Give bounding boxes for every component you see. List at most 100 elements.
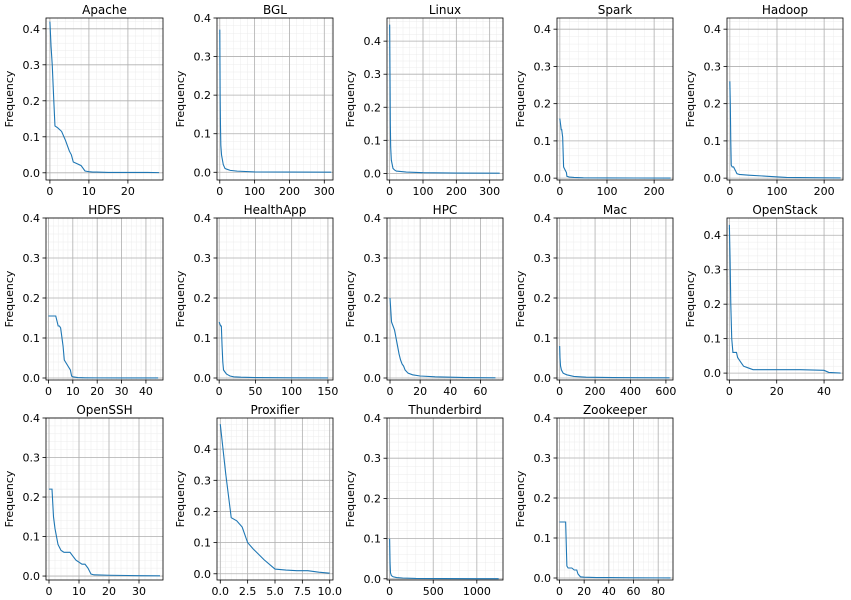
y-tick-label: 0.0 [364,167,382,180]
axes-frame [216,17,334,181]
y-tick-label: 0.4 [194,212,212,225]
x-tick-label: 60 [473,385,487,398]
x-tick-label: 200 [814,185,835,198]
y-tick-label: 0.1 [23,531,41,544]
x-tick-label: 20 [577,585,591,598]
y-tick-label: 0.1 [194,128,212,141]
y-tick-label: 0.4 [23,23,41,36]
x-tick-label: 10 [82,185,96,198]
y-tick-label: 0.1 [704,135,722,148]
axes-frame [386,17,504,181]
x-tick-label: 20 [90,385,104,398]
y-tick-label: 0.0 [23,570,41,583]
x-tick-label: 5.0 [266,585,284,598]
x-tick-label: 10 [72,585,86,598]
y-tick-label: 0.2 [194,505,212,518]
x-tick-label: 50 [248,385,262,398]
axes-frame [386,217,504,381]
subplot-mac: 0 200 400 600 0.0 0.1 0.2 0.3 0.4 Mac Frequency [514,203,676,398]
y-tick-label: 0.0 [534,572,552,585]
x-tick-label: 200 [279,185,300,198]
figure: 0 10 200.00.10.20.30.4ApacheFrequency0 100 2… [3,3,844,598]
y-tick-label: 0.2 [534,492,552,505]
subplot-openstack: 0 20 40 0.0 0.1 0.2 0.3 0.4 OpenStack Frequency [684,203,844,398]
y-tick-label: 0.2 [364,492,382,505]
y-axis-label: Frequency [684,270,697,327]
y-axis-label: Frequency [3,70,16,127]
y-axis-label: Frequency [344,70,357,127]
y-tick-label: 0.4 [534,23,552,36]
y-tick-label: 0.3 [704,264,722,277]
chart-title: OpenSSH [76,403,132,417]
y-tick-label: 0.0 [704,367,722,380]
minor-grid [217,18,333,180]
y-axis-label: Frequency [3,270,16,327]
minor-grid [557,417,674,580]
y-tick-label: 0.3 [364,252,382,265]
y-tick-label: 0.1 [23,332,41,345]
minor-grid [387,218,503,380]
x-tick-label: 1000 [463,585,491,598]
y-tick-label: 0.0 [364,573,382,586]
x-tick-label: 200 [446,185,467,198]
subplot-thunderbird: 0 500 1000 0.0 0.1 0.2 0.3 0.4 Thunderbird Freque… [344,403,504,598]
chart-title: HDFS [88,203,121,217]
y-tick-label: 0.4 [194,12,212,25]
axes-frame [556,217,674,381]
y-tick-label: 0.2 [194,292,212,305]
x-tick-label: 600 [655,385,676,398]
y-tick-label: 0.2 [534,292,552,305]
x-tick-label: 0 [726,385,733,398]
y-tick-label: 0.2 [23,95,41,108]
y-tick-label: 0.4 [704,229,722,242]
y-tick-label: 0.0 [23,372,41,385]
y-tick-label: 0.2 [364,292,382,305]
y-axis-label: Frequency [174,70,187,127]
y-axis-label: Frequency [684,70,697,127]
subplot-linux: 0 100 200 300 0.0 0.1 0.2 0.3 0.4 Linux Frequency [344,3,504,198]
y-axis-label: Frequency [344,270,357,327]
x-tick-label: 0 [216,385,223,398]
y-tick-label: 0.3 [534,60,552,73]
minor-grid [387,417,504,580]
y-tick-label: 0.1 [534,135,552,148]
y-tick-label: 0.1 [364,134,382,147]
y-tick-label: 0.3 [534,452,552,465]
chart-title: Linux [429,3,461,17]
y-axis-label: Frequency [3,470,16,527]
x-tick-label: 300 [479,185,500,198]
x-tick-label: 100 [596,185,617,198]
x-tick-label: 40 [817,385,831,398]
y-tick-label: 0.2 [364,101,382,114]
y-tick-label: 0.2 [23,491,41,504]
minor-grid [727,18,844,180]
x-tick-label: 0 [386,185,393,198]
minor-grid [217,218,333,380]
x-tick-label: 60 [627,585,641,598]
y-tick-label: 0.0 [194,166,212,179]
x-tick-label: 40 [139,385,153,398]
subplot-apache: 0 10 20 0.0 0.1 0.2 0.3 0.4 Apache Frequency [3,3,164,198]
y-tick-label: 0.4 [364,412,382,425]
subplot-hadoop: 0 100 200 0.0 0.1 0.2 0.3 0.4 Hadoop Frequency [684,3,844,198]
y-axis-label: Frequency [344,470,357,527]
x-tick-label: 40 [443,385,457,398]
x-tick-label: 400 [620,385,641,398]
y-tick-label: 0.4 [23,212,41,225]
y-tick-label: 0.4 [704,23,722,36]
axes-frame [45,417,164,581]
x-tick-label: 0 [726,185,733,198]
minor-grid [387,18,504,180]
major-grid [387,18,503,180]
y-tick-label: 0.2 [534,98,552,111]
x-tick-label: 2.5 [239,585,257,598]
subplot-openssh: 0 10 20 30 0.0 0.1 0.2 0.3 0.4 OpenSSH Frequency [3,403,164,598]
y-tick-label: 0.3 [364,452,382,465]
series-line-thunderbird [389,538,499,580]
y-tick-label: 0.0 [194,372,212,385]
x-tick-label: 100 [281,385,302,398]
y-tick-label: 0.2 [194,89,212,102]
y-tick-label: 0.4 [364,212,382,225]
x-tick-label: 30 [115,385,129,398]
chart-title: HealthApp [244,203,307,217]
